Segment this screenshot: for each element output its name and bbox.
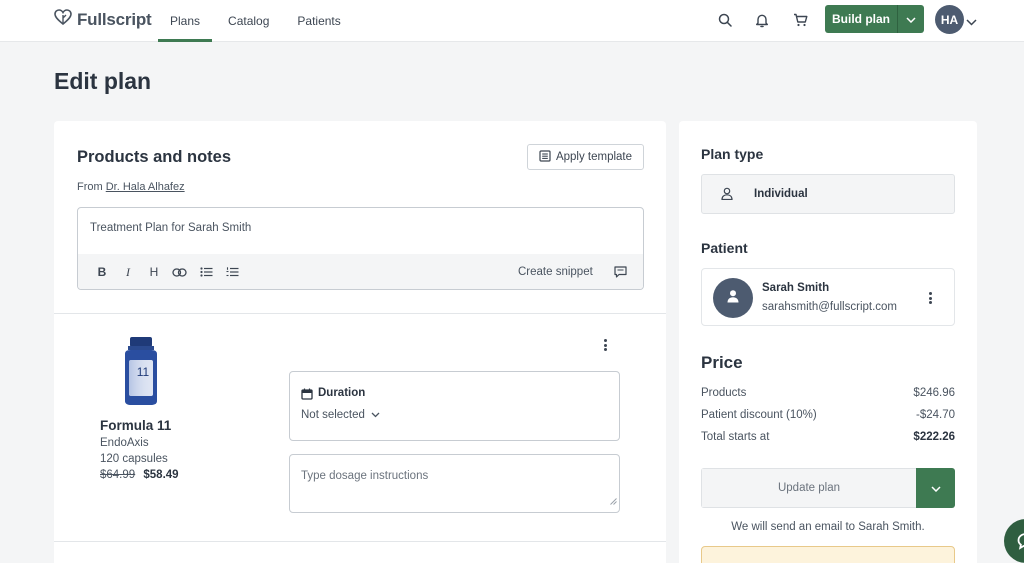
duration-title: Duration [318, 387, 366, 399]
plan-type-value: Individual [754, 188, 808, 200]
duration-value: Not selected [301, 409, 365, 421]
build-plan-label[interactable]: Build plan [825, 5, 897, 33]
template-icon [539, 149, 551, 165]
section-divider [54, 541, 666, 542]
product-size: 120 capsules [100, 453, 168, 465]
top-navigation-bar: Fullscript Plans Catalog Patients Build … [0, 0, 1024, 42]
nav-catalog[interactable]: Catalog [216, 0, 281, 42]
price-value: $246.96 [913, 387, 955, 399]
price-row-total: Total starts at $222.26 [701, 431, 955, 443]
bullet-list-icon[interactable] [199, 266, 213, 280]
kebab-menu-icon[interactable] [599, 338, 611, 352]
comment-icon[interactable] [614, 265, 627, 283]
resize-handle-icon[interactable] [610, 492, 617, 510]
build-plan-dropdown[interactable] [897, 5, 924, 33]
nav-patients[interactable]: Patients [285, 0, 352, 42]
numbered-list-icon[interactable] [225, 266, 239, 280]
plan-summary-card: Plan type Individual Patient Sarah Smith… [679, 121, 977, 563]
product-price: $64.99 $58.49 [100, 469, 179, 481]
update-plan-dropdown[interactable] [916, 468, 955, 508]
section-divider [54, 313, 666, 314]
search-icon[interactable] [715, 10, 735, 30]
practitioner-link[interactable]: Dr. Hala Alhafez [106, 181, 185, 193]
products-title: Products and notes [77, 148, 232, 166]
discounted-price: $58.49 [143, 469, 179, 481]
fullscript-logo[interactable]: Fullscript [54, 9, 152, 30]
price-value: $222.26 [913, 431, 955, 443]
build-plan-button[interactable]: Build plan [825, 5, 924, 33]
patient-name: Sarah Smith [762, 282, 830, 294]
notes-editor[interactable]: Treatment Plan for Sarah Smith B I H Cre… [77, 207, 644, 290]
patient-avatar [713, 278, 753, 318]
person-icon [721, 187, 733, 205]
page-title: Edit plan [54, 68, 152, 94]
apply-template-button[interactable]: Apply template [527, 144, 644, 170]
kebab-menu-icon[interactable] [924, 291, 936, 305]
email-note: We will send an email to Sarah Smith. [731, 521, 925, 533]
price-label: Patient discount (10%) [701, 409, 817, 421]
italic-button[interactable]: I [121, 265, 135, 280]
product-brand: EndoAxis [100, 437, 149, 449]
from-line: From Dr. Hala Alhafez [77, 181, 185, 193]
update-plan-button[interactable]: Update plan [701, 468, 916, 508]
chat-icon[interactable] [1004, 519, 1024, 563]
editor-toolbar: B I H Create snippet [78, 254, 643, 289]
notes-text[interactable]: Treatment Plan for Sarah Smith [90, 222, 251, 234]
products-card: Products and notes Apply template From D… [54, 121, 666, 563]
calendar-icon [301, 387, 313, 405]
duration-select[interactable]: Not selected [301, 409, 380, 421]
chevron-down-icon [371, 409, 380, 421]
original-price: $64.99 [100, 469, 136, 481]
update-plan-button-group: Update plan [701, 468, 955, 508]
plan-type-selector[interactable]: Individual [701, 174, 955, 214]
plan-type-title: Plan type [701, 146, 764, 162]
patient-title: Patient [701, 240, 748, 256]
price-row-products: Products $246.96 [701, 387, 955, 399]
link-icon[interactable] [172, 266, 187, 280]
person-icon [726, 289, 740, 308]
price-row-discount: Patient discount (10%) -$24.70 [701, 409, 955, 421]
price-value: -$24.70 [915, 409, 955, 421]
duration-field[interactable]: Duration Not selected [289, 371, 620, 441]
patient-email: sarahsmith@fullscript.com [762, 301, 898, 313]
dosage-instructions-input[interactable]: Type dosage instructions [289, 454, 620, 513]
dosage-placeholder: Type dosage instructions [301, 470, 429, 482]
chevron-down-icon [930, 479, 941, 497]
cart-icon[interactable] [790, 10, 810, 30]
chevron-down-icon [906, 10, 916, 28]
patient-card[interactable]: Sarah Smith sarahsmith@fullscript.com [701, 268, 955, 326]
user-avatar[interactable]: HA [935, 5, 964, 34]
product-image[interactable]: 11 [122, 336, 160, 411]
product-name[interactable]: Formula 11 [100, 418, 171, 433]
create-snippet-button[interactable]: Create snippet [518, 266, 593, 278]
bottle-label: 11 [137, 365, 150, 379]
bold-button[interactable]: B [95, 265, 109, 279]
price-label: Products [701, 387, 747, 399]
nav-plans[interactable]: Plans [158, 0, 213, 42]
notice-box [701, 546, 955, 563]
price-title: Price [701, 353, 743, 372]
price-label: Total starts at [701, 431, 770, 443]
from-prefix: From [77, 181, 103, 193]
brand-name: Fullscript [77, 9, 152, 29]
heading-button[interactable]: H [147, 265, 161, 279]
main-nav: Plans Catalog Patients [158, 0, 353, 42]
bell-icon[interactable] [752, 10, 772, 30]
fullscript-logo-icon [54, 9, 72, 30]
chevron-down-icon[interactable] [966, 13, 977, 31]
apply-template-label: Apply template [555, 151, 633, 163]
